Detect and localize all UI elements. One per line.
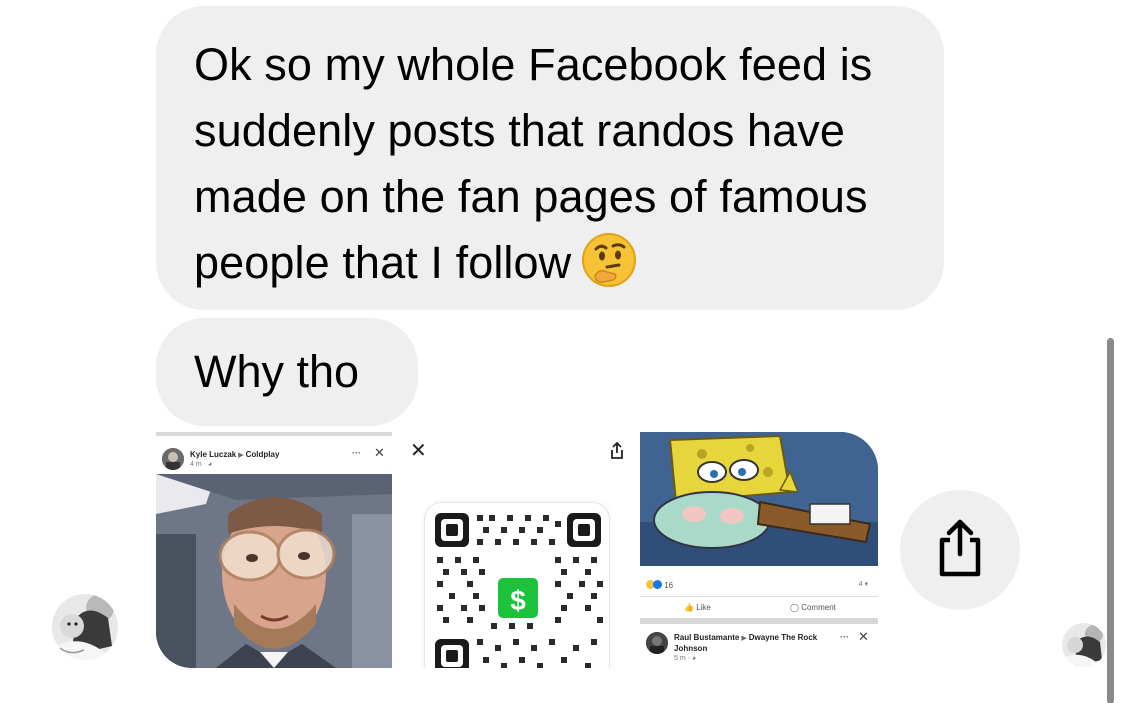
ellipsis-icon: ···	[840, 632, 849, 642]
thinking-face-emoji-icon	[581, 232, 637, 293]
qr-code-screenshot[interactable]: ✕ $	[398, 432, 634, 668]
post-time: 5 m · ◕	[674, 655, 697, 662]
share-count: 4 ▾	[858, 581, 868, 588]
reaction-count: 16	[646, 580, 673, 590]
share-icon	[610, 441, 624, 465]
sender-avatar[interactable]	[50, 586, 120, 668]
post-author-line: Raul Bustamante ▶ Dwayne The Rock	[674, 633, 817, 642]
like-reaction-icon	[653, 580, 662, 589]
post-page-continued: Johnson	[674, 644, 708, 653]
message-text: Why tho	[194, 346, 360, 397]
post-author: Kyle Luczak	[190, 450, 237, 459]
close-icon: ✕	[374, 445, 385, 460]
post-header: Raul Bustamante ▶ Dwayne The Rock Johnson …	[640, 624, 878, 668]
scrollbar[interactable]	[1107, 338, 1114, 703]
post-page: Coldplay	[245, 450, 280, 459]
qr-code: $	[424, 502, 610, 668]
comment-icon: ◯	[790, 603, 799, 612]
facebook-post-screenshot[interactable]: 16 4 ▾ 👍 Like ◯ Comment Raul Bustamante ▶…	[640, 432, 878, 668]
like-action: 👍 Like	[684, 603, 711, 612]
arrow-right-icon: ▶	[238, 452, 244, 459]
read-receipt-avatar	[1060, 620, 1108, 670]
avatar	[162, 448, 184, 470]
ellipsis-icon: ···	[352, 448, 361, 458]
comment-action: ◯ Comment	[790, 603, 836, 612]
message-text: Ok so my whole Facebook feed is suddenly…	[194, 39, 873, 288]
post-author-line: Kyle Luczak ▶ Coldplay	[190, 450, 279, 459]
thumbs-up-icon: 👍	[684, 603, 694, 612]
share-button[interactable]	[900, 490, 1020, 610]
message-bubble[interactable]: Ok so my whole Facebook feed is suddenly…	[156, 6, 944, 310]
close-icon: ✕	[410, 440, 427, 462]
close-icon: ✕	[858, 629, 869, 644]
cash-app-badge: $	[495, 575, 541, 621]
post-page: Dwayne The Rock	[748, 633, 818, 642]
facebook-post-screenshot[interactable]: Kyle Luczak ▶ Coldplay 4 m · ◕ ··· ✕	[156, 432, 392, 668]
share-icon	[939, 519, 981, 577]
globe-icon: ◕	[691, 655, 697, 662]
avatar	[646, 632, 668, 654]
arrow-right-icon: ▶	[741, 635, 747, 642]
post-photo	[156, 474, 392, 668]
image-attachment-group[interactable]: Kyle Luczak ▶ Coldplay 4 m · ◕ ··· ✕ ✕ $…	[156, 432, 878, 668]
post-actions: 👍 Like ◯ Comment	[640, 596, 878, 618]
message-bubble[interactable]: Why tho	[156, 318, 418, 426]
post-photo	[640, 432, 878, 566]
post-author: Raul Bustamante	[674, 633, 740, 642]
post-time: 4 m · ◕	[190, 461, 213, 468]
post-header: Kyle Luczak ▶ Coldplay 4 m · ◕ ··· ✕	[156, 432, 392, 474]
globe-icon: ◕	[207, 461, 213, 468]
